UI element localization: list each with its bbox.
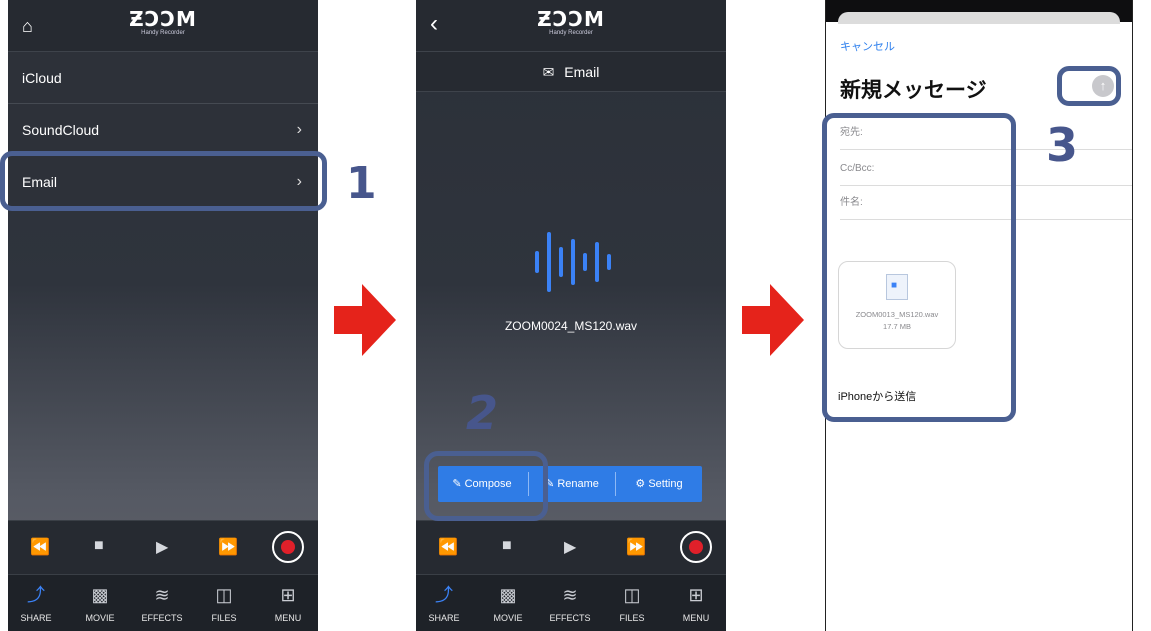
envelope-icon: ✉ xyxy=(542,64,555,80)
step-number-2: 2 xyxy=(466,386,499,440)
menu-icon: ⊞ xyxy=(688,585,704,605)
tab-movie[interactable]: ▩ MOVIE xyxy=(72,583,128,623)
audio-wave-icon xyxy=(535,232,615,292)
tab-effects[interactable]: ≋ EFFECTS xyxy=(542,583,598,623)
fast-forward-icon[interactable]: ⏩ xyxy=(626,537,646,557)
rewind-icon[interactable]: ⏪ xyxy=(30,537,50,557)
message-title: 新規メッセージ xyxy=(840,78,987,102)
step-highlight-3 xyxy=(822,113,1016,422)
step-highlight-send xyxy=(1057,66,1121,106)
transport-bar: ⏪ ■ ▶ ⏩ xyxy=(416,520,726,574)
tab-files[interactable]: ◫ FILES xyxy=(196,583,252,623)
rewind-icon[interactable]: ⏪ xyxy=(438,537,458,557)
effects-icon: ≋ xyxy=(154,585,170,605)
row-label: iCloud xyxy=(22,70,62,86)
movie-icon: ▩ xyxy=(499,585,517,605)
phone-screen-share-menu: ⌂ ƵƆƆM Handy Recorder iCloud SoundCloud … xyxy=(8,0,318,631)
phone-screen-email-share: ‹ ƵƆƆM Handy Recorder ✉ Email ZOOM0024_M… xyxy=(416,0,726,631)
share-icon: ⤴ xyxy=(27,585,45,605)
arrow-right-icon xyxy=(742,284,804,356)
step-number-1: 1 xyxy=(346,158,377,209)
record-button[interactable] xyxy=(272,531,304,563)
status-area xyxy=(826,0,1132,24)
effects-icon: ≋ xyxy=(562,585,578,605)
setting-button[interactable]: ⚙ Setting xyxy=(616,466,702,502)
files-icon: ◫ xyxy=(215,585,233,605)
chevron-right-icon: › xyxy=(296,121,302,138)
tab-bar: ⤴ SHARE ▩ MOVIE ≋ EFFECTS ◫ FILES ⊞ MENU xyxy=(8,574,318,631)
transport-bar: ⏪ ■ ▶ ⏩ xyxy=(8,520,318,574)
email-title: Email xyxy=(564,64,600,80)
files-icon: ◫ xyxy=(623,585,641,605)
stop-icon[interactable]: ■ xyxy=(502,537,512,555)
tab-files[interactable]: ◫ FILES xyxy=(604,583,660,623)
tab-share[interactable]: ⤴ SHARE xyxy=(416,583,472,623)
tab-bar: ⤴ SHARE ▩ MOVIE ≋ EFFECTS ◫ FILES ⊞ MENU xyxy=(416,574,726,631)
step-number-3: 3 xyxy=(1046,118,1079,172)
cancel-button[interactable]: キャンセル xyxy=(840,38,895,54)
record-button[interactable] xyxy=(680,531,712,563)
zoom-logo: ƵƆƆM Handy Recorder xyxy=(537,7,605,36)
menu-icon: ⊞ xyxy=(280,585,296,605)
share-icon: ⤴ xyxy=(435,585,453,605)
chevron-left-icon[interactable]: ‹ xyxy=(430,12,438,36)
home-icon[interactable]: ⌂ xyxy=(22,16,33,37)
app-header: ‹ ƵƆƆM Handy Recorder xyxy=(416,0,726,52)
step-highlight-2 xyxy=(424,451,548,521)
email-title-bar: ✉ Email xyxy=(416,52,726,92)
file-name: ZOOM0024_MS120.wav xyxy=(504,319,638,333)
stop-icon[interactable]: ■ xyxy=(94,537,104,555)
play-icon[interactable]: ▶ xyxy=(156,537,168,557)
app-header: ⌂ ƵƆƆM Handy Recorder xyxy=(8,0,318,52)
share-row-icloud[interactable]: iCloud xyxy=(8,52,318,104)
tab-effects[interactable]: ≋ EFFECTS xyxy=(134,583,190,623)
play-icon[interactable]: ▶ xyxy=(564,537,576,557)
share-row-soundcloud[interactable]: SoundCloud › xyxy=(8,104,318,156)
arrow-right-icon xyxy=(334,284,396,356)
row-label: SoundCloud xyxy=(22,122,100,138)
tab-menu[interactable]: ⊞ MENU xyxy=(260,583,316,623)
movie-icon: ▩ xyxy=(91,585,109,605)
tab-share[interactable]: ⤴ SHARE xyxy=(8,583,64,623)
tab-movie[interactable]: ▩ MOVIE xyxy=(480,583,536,623)
tab-menu[interactable]: ⊞ MENU xyxy=(668,583,724,623)
gear-icon: ⚙ xyxy=(635,478,646,490)
zoom-logo: ƵƆƆM Handy Recorder xyxy=(129,7,197,36)
fast-forward-icon[interactable]: ⏩ xyxy=(218,537,238,557)
step-highlight-1 xyxy=(0,151,327,211)
